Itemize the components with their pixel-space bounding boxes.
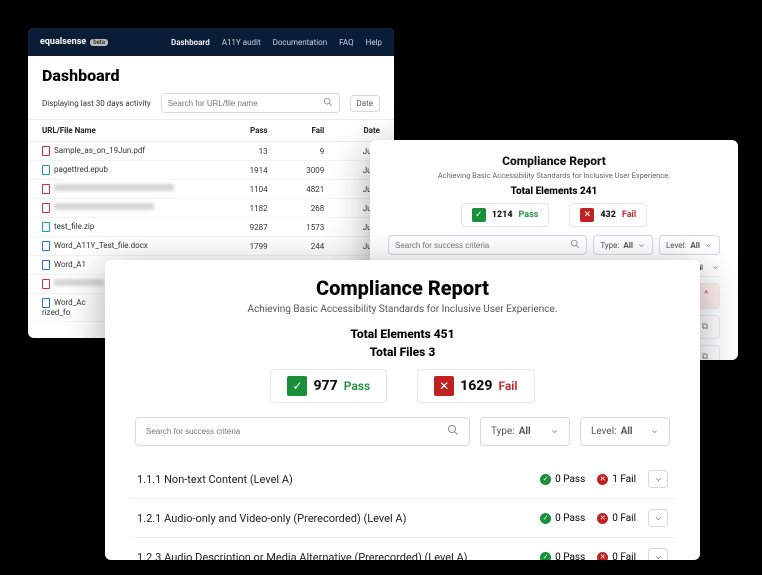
pass-chip: ✓ 977 Pass xyxy=(270,369,387,403)
expand-button[interactable] xyxy=(648,470,668,488)
table-row[interactable]: pagettred.epub 1914 3009 Jul 3 xyxy=(28,161,394,180)
fail-badge: ✕0 Fail xyxy=(597,552,636,561)
check-icon: ✓ xyxy=(472,208,486,222)
criteria-search-input[interactable] xyxy=(395,241,570,250)
total-files: Total Files 3 xyxy=(129,343,676,361)
nav-dashboard[interactable]: Dashboard xyxy=(171,38,210,47)
nav-documentation[interactable]: Documentation xyxy=(273,38,328,47)
redacted-text xyxy=(54,279,104,286)
fail-badge: ✕1 Fail xyxy=(597,474,636,485)
check-icon: ✓ xyxy=(287,376,307,396)
expand-button[interactable] xyxy=(648,548,668,560)
page-title: Dashboard xyxy=(28,56,394,93)
copy-icon[interactable]: ⧉ xyxy=(699,322,711,332)
file-icon xyxy=(42,146,50,156)
criteria-row[interactable]: 1.2.3 Audio Description or Media Alterna… xyxy=(129,538,676,560)
redacted-text xyxy=(54,184,174,191)
chevron-down-icon xyxy=(637,241,646,250)
criteria-search-input[interactable] xyxy=(146,427,447,436)
logo-badge: beta xyxy=(90,39,108,46)
redacted-text xyxy=(54,203,154,210)
x-icon: ✕ xyxy=(434,376,454,396)
report-title: Compliance Report xyxy=(388,154,720,168)
fail-chip: ✕ 432 Fail xyxy=(569,203,647,227)
dashboard-search[interactable] xyxy=(161,93,340,113)
pass-badge: ✓0 Pass xyxy=(540,552,585,561)
pass-badge: ✓0 Pass xyxy=(540,474,585,485)
type-filter[interactable]: Type: All xyxy=(480,417,570,446)
table-row[interactable]: test_file.zip 9287 1573 Jul 2 xyxy=(28,218,394,237)
chevron-down-icon xyxy=(650,427,659,436)
date-filter[interactable]: Date xyxy=(350,95,380,112)
file-icon xyxy=(42,260,50,270)
file-icon xyxy=(42,203,50,213)
file-icon xyxy=(42,298,50,308)
logo: equalsense beta xyxy=(40,37,108,47)
file-icon xyxy=(42,279,50,289)
report-sub: Achieving Basic Accessibility Standards … xyxy=(129,304,676,315)
chevron-down-icon[interactable] xyxy=(711,263,720,272)
level-filter[interactable]: Level: All xyxy=(659,235,720,255)
activity-label: Displaying last 30 days activity xyxy=(42,99,151,108)
col-fail: Fail xyxy=(282,120,339,142)
report-title: Compliance Report xyxy=(129,276,676,300)
file-icon xyxy=(42,241,50,251)
table-row[interactable]: Word_A11Y_Test_file.docx 1799 244 Jul 1 xyxy=(28,237,394,256)
total-elements: Total Elements 241 xyxy=(388,186,720,197)
logo-text: equalsense xyxy=(40,37,86,47)
file-icon xyxy=(42,222,50,232)
nav-help[interactable]: Help xyxy=(366,38,382,47)
fail-chip: ✕ 1629 Fail xyxy=(417,369,534,403)
report-sub: Achieving Basic Accessibility Standards … xyxy=(388,171,720,180)
criteria-search[interactable] xyxy=(135,417,470,446)
search-icon xyxy=(447,424,459,439)
search-icon xyxy=(323,97,333,109)
expand-button[interactable] xyxy=(648,509,668,527)
nav-a11y-audit[interactable]: A11Y audit xyxy=(222,38,261,47)
chevron-down-icon xyxy=(550,427,559,436)
pass-badge: ✓0 Pass xyxy=(540,513,585,524)
col-pass: Pass xyxy=(225,120,282,142)
total-elements: Total Elements 451 xyxy=(129,325,676,343)
col-name: URL/File Name xyxy=(28,120,225,142)
x-icon: ✕ xyxy=(580,208,594,222)
collapse-icon[interactable]: ^ xyxy=(701,290,711,302)
file-icon xyxy=(42,184,50,194)
table-row[interactable]: 1182 268 Jul 3 xyxy=(28,199,394,218)
criteria-row[interactable]: 1.2.1 Audio-only and Video-only (Prereco… xyxy=(129,499,676,538)
search-icon xyxy=(570,239,580,251)
pass-chip: ✓ 1214 Pass xyxy=(461,203,550,227)
chevron-down-icon xyxy=(704,241,713,250)
nav-items: Dashboard A11Y audit Documentation FAQ H… xyxy=(171,38,382,47)
table-row[interactable]: 1104 4821 Jul 3 xyxy=(28,180,394,199)
criteria-row[interactable]: 1.1.1 Non-text Content (Level A) ✓0 Pass… xyxy=(129,460,676,499)
compliance-report-front: Compliance Report Achieving Basic Access… xyxy=(105,260,700,560)
copy-icon[interactable]: ⧉ xyxy=(699,352,711,360)
nav-faq[interactable]: FAQ xyxy=(339,38,353,47)
criteria-search[interactable] xyxy=(388,235,587,255)
type-filter[interactable]: Type: All xyxy=(593,235,653,255)
fail-badge: ✕0 Fail xyxy=(597,513,636,524)
dashboard-toolbar: Displaying last 30 days activity Date xyxy=(28,93,394,119)
level-filter[interactable]: Level: All xyxy=(580,417,670,446)
dashboard-search-input[interactable] xyxy=(168,99,323,108)
top-nav: equalsense beta Dashboard A11Y audit Doc… xyxy=(28,28,394,56)
file-icon xyxy=(42,165,50,175)
col-date: Date xyxy=(338,120,394,142)
table-row[interactable]: Sample_as_on_19Jun.pdf 13 9 Jul 3 xyxy=(28,142,394,161)
